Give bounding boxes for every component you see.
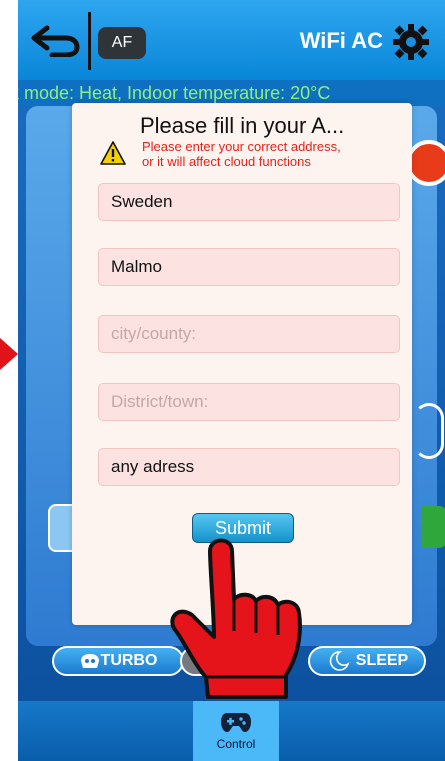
warning-line-1: Please enter your correct address, (142, 139, 341, 154)
warning-icon (100, 141, 126, 165)
mode-circle-button[interactable] (414, 403, 444, 459)
gamepad-icon (221, 713, 251, 732)
tab-control[interactable]: Control (193, 701, 279, 761)
af-badge[interactable]: AF (98, 27, 146, 59)
warning-text: Please enter your correct address, or it… (142, 139, 341, 169)
back-arrow-icon (31, 25, 80, 57)
pointing-hand-icon (170, 538, 302, 699)
left-side-button[interactable] (48, 504, 74, 552)
turbo-icon (80, 654, 99, 668)
header-divider (88, 12, 91, 70)
bottom-tab-bar: Control (18, 701, 445, 761)
red-arrow-icon (0, 338, 18, 370)
top-bar: AF WiFi AC (18, 0, 445, 80)
back-button[interactable] (26, 18, 86, 62)
app-title: WiFi AC (299, 28, 383, 53)
tab-control-label: Control (216, 737, 256, 751)
city-county-field[interactable] (98, 315, 400, 353)
warning-line-2: or it will affect cloud functions (142, 154, 311, 169)
gear-icon[interactable] (391, 22, 431, 62)
country-field[interactable] (98, 183, 400, 221)
moon-icon (329, 651, 350, 671)
province-field[interactable] (98, 248, 400, 286)
dialog-title: Please fill in your A... (140, 113, 345, 138)
district-town-field[interactable] (98, 383, 400, 421)
turbo-label: TURBO (100, 652, 158, 669)
sleep-button[interactable]: SLEEP (308, 646, 426, 676)
street-address-field[interactable] (98, 448, 400, 486)
right-green-button[interactable] (422, 506, 445, 548)
sleep-label: SLEEP (355, 652, 409, 669)
